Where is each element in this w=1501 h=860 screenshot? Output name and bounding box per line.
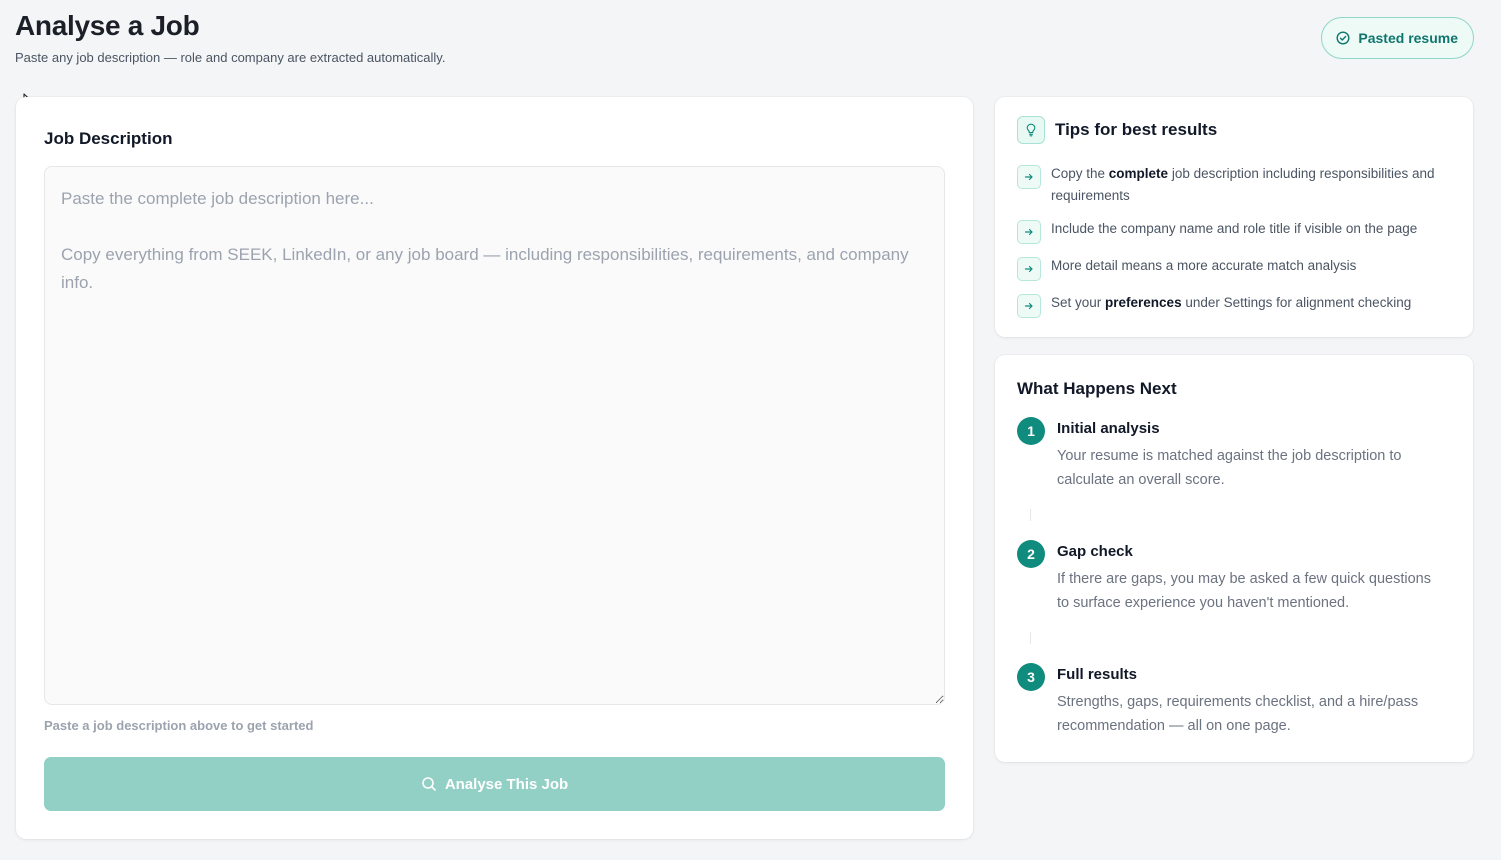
- search-icon: [421, 776, 437, 792]
- tip-text: Set your preferences under Settings for …: [1051, 295, 1412, 310]
- page-title: Analyse a Job: [15, 10, 200, 41]
- step-connector: [1030, 509, 1031, 521]
- resume-badge-label: Pasted resume: [1358, 30, 1458, 46]
- step-description: If there are gaps, you may be asked a fe…: [1057, 571, 1431, 611]
- arrow-right-icon: [1017, 257, 1041, 281]
- check-circle-icon: [1336, 31, 1350, 45]
- step-item: 3 Full results Strengths, gaps, requirem…: [1017, 663, 1447, 738]
- step-number: 3: [1017, 663, 1045, 691]
- page-header: Analyse a Job Paste any job description …: [15, 10, 445, 65]
- tip-item: More detail means a more accurate match …: [1017, 255, 1447, 281]
- arrow-right-icon: [1017, 220, 1041, 244]
- lightbulb-icon: [1017, 116, 1045, 144]
- pasted-resume-badge[interactable]: Pasted resume: [1321, 17, 1474, 59]
- step-item: 1 Initial analysis Your resume is matche…: [1017, 417, 1447, 492]
- arrow-right-icon: [1017, 294, 1041, 318]
- step-title: Full results: [1057, 666, 1138, 683]
- step-number: 2: [1017, 540, 1045, 568]
- tips-header: Tips for best results: [1017, 116, 1217, 144]
- next-title: What Happens Next: [1017, 379, 1177, 398]
- step-title: Initial analysis: [1057, 420, 1160, 437]
- tip-text: Include the company name and role title …: [1051, 221, 1418, 236]
- step-number: 1: [1017, 417, 1045, 445]
- job-description-card: Job Description Paste a job description …: [16, 97, 973, 839]
- analyse-job-button[interactable]: Analyse This Job: [44, 757, 945, 811]
- step-item: 2 Gap check If there are gaps, you may b…: [1017, 540, 1447, 615]
- tip-text: More detail means a more accurate match …: [1051, 258, 1357, 273]
- step-connector: [1030, 632, 1031, 644]
- tip-item: Include the company name and role title …: [1017, 218, 1447, 244]
- tips-title: Tips for best results: [1055, 120, 1218, 139]
- helper-text: Paste a job description above to get sta…: [44, 718, 314, 733]
- page-subtitle: Paste any job description — role and com…: [15, 50, 446, 65]
- step-description: Your resume is matched against the job d…: [1057, 448, 1402, 488]
- job-description-label: Job Description: [44, 129, 173, 148]
- step-title: Gap check: [1057, 543, 1133, 560]
- step-description: Strengths, gaps, requirements checklist,…: [1057, 694, 1419, 734]
- tip-item: Set your preferences under Settings for …: [1017, 292, 1447, 318]
- tips-card: Tips for best results Copy the complete …: [995, 97, 1473, 337]
- job-description-textarea[interactable]: [44, 166, 945, 705]
- analyse-button-label: Analyse This Job: [444, 775, 569, 793]
- tip-item: Copy the complete job description includ…: [1017, 163, 1447, 207]
- arrow-right-icon: [1017, 165, 1041, 189]
- tip-text: Copy the complete job description includ…: [1051, 166, 1435, 203]
- what-happens-next-card: What Happens Next 1 Initial analysis You…: [995, 355, 1473, 762]
